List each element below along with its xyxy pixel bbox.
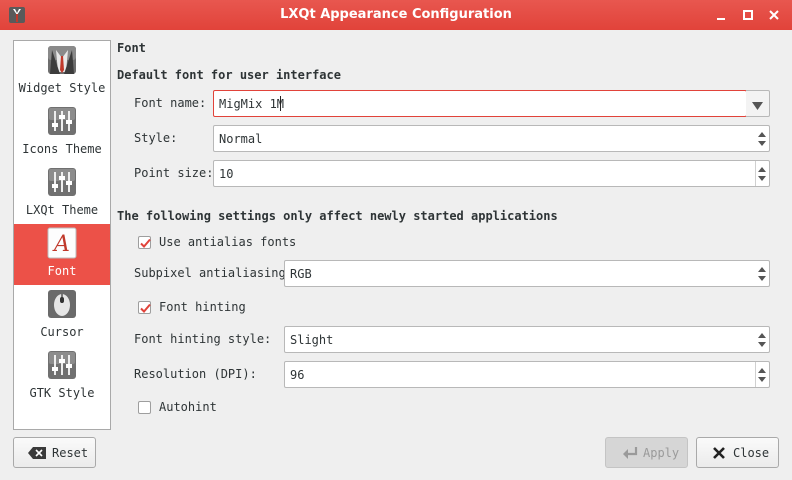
apply-button[interactable]: Apply [605, 437, 688, 468]
hinting-checkbox[interactable] [138, 301, 151, 314]
autohint-checkbox[interactable] [138, 401, 151, 414]
subpixel-select[interactable]: RGB [284, 260, 770, 287]
font-name-label: Font name: [134, 96, 207, 110]
sidebar-item-label: Font [47, 264, 77, 278]
dpi-value: 96 [290, 368, 305, 382]
backspace-icon [28, 447, 46, 462]
sliders-icon [46, 349, 78, 381]
sidebar-item-gtk-style[interactable]: GTK Style [14, 346, 110, 407]
sidebar-item-label: LXQt Theme [25, 203, 99, 217]
spin-arrows-icon[interactable] [757, 164, 767, 184]
category-list: Widget Style Icons Theme LXQt Theme A Fo… [13, 40, 111, 430]
maximize-icon[interactable] [739, 6, 757, 24]
sliders-icon [46, 105, 78, 137]
minimize-icon[interactable] [712, 6, 730, 24]
sidebar-item-font[interactable]: A Font [14, 224, 110, 285]
spin-divider [755, 362, 756, 387]
close-label: Close [733, 446, 770, 460]
reset-button[interactable]: Reset [13, 437, 96, 468]
svg-text:A: A [52, 232, 70, 257]
font-name-dropdown-button[interactable] [746, 90, 770, 117]
sidebar-item-lxqt-theme[interactable]: LXQt Theme [14, 163, 110, 224]
sidebar-item-widget-style[interactable]: Widget Style [14, 41, 110, 102]
checkmark-icon [140, 303, 151, 313]
antialias-checkbox[interactable] [138, 236, 151, 249]
font-name-value: MigMix 1M [219, 97, 285, 111]
hinting-style-value: Slight [290, 333, 334, 347]
hinting-label[interactable]: Font hinting [159, 300, 246, 314]
hinting-style-select[interactable]: Slight [284, 326, 770, 353]
apply-label: Apply [643, 446, 680, 460]
page-title: Font [117, 41, 146, 55]
spin-divider [755, 161, 756, 186]
sidebar-item-label: GTK Style [29, 386, 95, 400]
dpi-label: Resolution (DPI): [134, 367, 257, 381]
select-arrows-icon [757, 129, 767, 149]
style-select[interactable]: Normal [213, 125, 770, 152]
font-name-combo[interactable]: MigMix 1M [213, 90, 747, 117]
window-title: LXQt Appearance Configuration [280, 7, 512, 22]
antialias-label[interactable]: Use antialias fonts [159, 235, 296, 249]
close-icon[interactable] [765, 6, 783, 24]
enter-arrow-icon [622, 446, 638, 463]
reset-label: Reset [52, 446, 89, 460]
appearance-window: LXQt Appearance Configuration Widget Sty… [0, 0, 792, 480]
point-size-value: 10 [219, 167, 234, 181]
mouse-icon [46, 288, 78, 320]
title-bar[interactable]: LXQt Appearance Configuration [0, 0, 792, 30]
subpixel-label: Subpixel antialiasing: [134, 266, 293, 280]
section-new-apps: The following settings only affect newly… [117, 209, 558, 223]
autohint-label[interactable]: Autohint [159, 400, 217, 414]
checkmark-icon [140, 238, 151, 248]
subpixel-value: RGB [290, 267, 312, 281]
hinting-style-label: Font hinting style: [134, 332, 272, 346]
point-size-spinbox[interactable]: 10 [213, 160, 770, 187]
sidebar-item-label: Widget Style [18, 81, 106, 95]
select-arrows-icon [757, 330, 767, 350]
sidebar-item-cursor[interactable]: Cursor [14, 285, 110, 346]
sliders-icon [46, 166, 78, 198]
font-icon: A [46, 227, 78, 259]
spin-arrows-icon[interactable] [757, 365, 767, 385]
section-default-font: Default font for user interface [117, 68, 341, 82]
suit-icon [46, 44, 78, 76]
style-label: Style: [134, 131, 178, 145]
sidebar-item-label: Icons Theme [22, 142, 102, 156]
sidebar-item-label: Cursor [40, 325, 84, 339]
dpi-spinbox[interactable]: 96 [284, 361, 770, 388]
chevron-down-icon [752, 100, 763, 114]
close-button[interactable]: Close [696, 437, 779, 468]
sidebar-item-icons-theme[interactable]: Icons Theme [14, 102, 110, 163]
text-cursor [280, 96, 281, 111]
select-arrows-icon [757, 264, 767, 284]
x-icon [712, 446, 726, 463]
style-value: Normal [219, 132, 263, 146]
point-size-label: Point size: [134, 166, 214, 180]
